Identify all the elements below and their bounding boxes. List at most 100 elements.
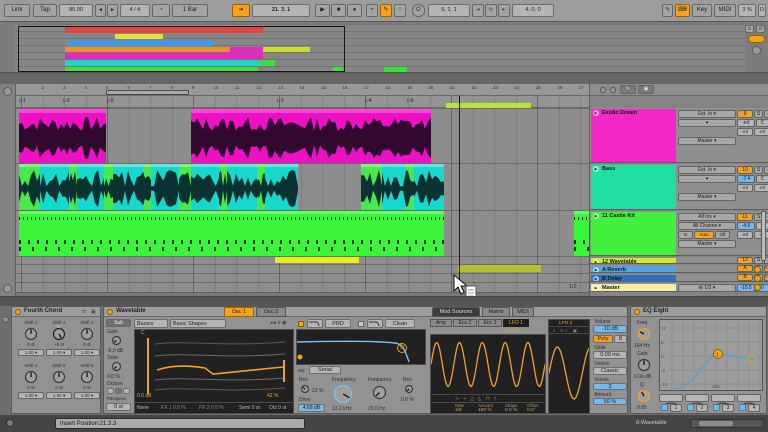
clip-title-bar[interactable]: [77, 164, 104, 167]
eq-gain-knob[interactable]: [637, 358, 651, 372]
arrangement-lanes[interactable]: 2345678910111213141516171819202122232425…: [15, 84, 590, 303]
octave-down-button[interactable]: [107, 388, 114, 394]
track-number-button[interactable]: 12: [737, 257, 753, 264]
clip-title-bar[interactable]: [104, 164, 113, 167]
track-header[interactable]: ▶11 Castle KitAll Ins ▾All Channe ▾InAut…: [590, 211, 768, 256]
midi-clip[interactable]: [574, 211, 590, 256]
track-header[interactable]: ▶12 Wavetable12S●: [590, 257, 768, 264]
follow-circle-button[interactable]: [752, 46, 761, 55]
band-filter-type-menu[interactable]: [685, 394, 709, 402]
osc-effect-mode-menu[interactable]: None: [137, 405, 149, 411]
clip-title-bar[interactable]: [179, 164, 191, 167]
wavetable-display[interactable]: C 0.0 dB 42 %: [134, 329, 294, 403]
input-routing-menu[interactable]: Ext. In ▾: [678, 166, 736, 174]
send-b-field[interactable]: -inf: [754, 128, 768, 136]
wavetable-bank-menu[interactable]: Basics: [134, 319, 168, 328]
audio-clip[interactable]: [19, 164, 40, 210]
velocity-field[interactable]: 1.00 ▾: [18, 392, 44, 399]
track-name-area[interactable]: ▶B Delay: [591, 275, 676, 281]
send-a-field[interactable]: -inf: [737, 184, 753, 192]
lfo-attack-value[interactable]: A 0.00 ms: [502, 328, 521, 333]
loop-button[interactable]: ↻: [485, 4, 497, 17]
follow-button[interactable]: ➜: [232, 4, 250, 17]
vertical-scrollbar[interactable]: [761, 211, 766, 261]
tab-lfo1[interactable]: LFO 1: [503, 319, 529, 327]
clip-title-bar[interactable]: [40, 164, 69, 167]
clip-title-bar[interactable]: [143, 164, 151, 167]
band-filter-type-menu[interactable]: [737, 394, 761, 402]
unison-amount-field[interactable]: 50 %: [593, 398, 627, 405]
clip-bar[interactable]: [275, 257, 359, 263]
filter1-circuit-menu[interactable]: PRD: [325, 319, 351, 328]
pan-field[interactable]: C: [756, 175, 768, 183]
band-number-button[interactable]: 4: [748, 404, 760, 412]
audio-clip[interactable]: [19, 109, 106, 163]
tab-osc2[interactable]: Osc 2: [256, 307, 286, 317]
device-scrollbar-thumb[interactable]: [699, 421, 733, 426]
device-scrollbar[interactable]: [690, 419, 764, 428]
nudge-down-button[interactable]: ◄: [95, 4, 106, 17]
clip-title-bar[interactable]: [574, 211, 590, 214]
tab-env2[interactable]: Env 2: [453, 319, 477, 327]
track-header[interactable]: ▶B DelayBSPost: [590, 274, 768, 282]
clip-title-bar[interactable]: [406, 164, 414, 167]
fold-arrow-icon[interactable]: ▶: [593, 110, 599, 116]
velocity-field[interactable]: 1.00 ▾: [46, 392, 72, 399]
osc-semi-value[interactable]: Semi 0 st: [239, 405, 260, 411]
monitor-off-button[interactable]: Off: [715, 231, 730, 239]
device-power-icon[interactable]: [107, 309, 113, 315]
wavetable-header[interactable]: Wavetable Osc 1 Osc 2 Mod Sources Matrix…: [104, 307, 627, 317]
capture-midi-button[interactable]: ⁘: [394, 4, 406, 17]
quantize-menu[interactable]: 1 Bar: [172, 4, 208, 17]
tab-mod-sources[interactable]: Mod Sources: [432, 307, 480, 317]
pre-post-button[interactable]: Post: [764, 265, 768, 272]
velocity-field[interactable]: 1.00 ▾: [18, 349, 44, 356]
loop-length-field[interactable]: 4. 0. 0: [512, 4, 554, 17]
mixer-toggle-icon[interactable]: ▣: [638, 85, 654, 94]
audio-clip[interactable]: [113, 164, 143, 210]
output-routing-menu[interactable]: Master ▾: [678, 193, 736, 201]
play-button[interactable]: ▶: [315, 4, 330, 17]
velocity-field[interactable]: 1.00 ▾: [74, 392, 100, 399]
track-number-button[interactable]: 9: [737, 110, 753, 118]
track-header[interactable]: ▶A ReverbASPost: [590, 265, 768, 273]
master-volume-field[interactable]: -10.5: [737, 284, 755, 292]
fold-arrow-icon[interactable]: ▶: [593, 213, 599, 219]
band-enable-checkbox[interactable]: [739, 404, 746, 411]
output-routing-menu[interactable]: Master ▾: [678, 240, 736, 248]
unison-mode-menu[interactable]: Classic: [593, 367, 627, 375]
loop-brace[interactable]: [106, 90, 189, 95]
drive-field[interactable]: 4.68 dB: [298, 404, 325, 412]
return-letter-button[interactable]: B: [737, 274, 753, 281]
filter2-res-knob[interactable]: [404, 384, 414, 394]
filter-display[interactable]: ⏻: [296, 329, 426, 365]
nudge-up-button[interactable]: ►: [107, 4, 118, 17]
band-enable-checkbox[interactable]: [661, 404, 668, 411]
track-header[interactable]: ▶Exotic DreamExt. In ▾ ▾Master ▾9S●-infC…: [590, 108, 768, 163]
clip-title-bar[interactable]: [191, 164, 219, 167]
filter2-toggle[interactable]: [358, 321, 364, 327]
device-strip-icon[interactable]: [2, 316, 9, 323]
offset-value[interactable]: 0.0°: [527, 408, 536, 413]
fold-arrow-icon[interactable]: ▶: [593, 267, 599, 272]
sub-gain-knob[interactable]: [111, 335, 122, 346]
midi-clip[interactable]: [19, 211, 444, 256]
volume-field[interactable]: -inf: [737, 119, 755, 127]
pencil-automation-icon[interactable]: ✎: [620, 85, 636, 94]
scrub-area-button[interactable]: [3, 87, 12, 96]
eq-curve-display[interactable]: 1260-6-121001: [659, 319, 763, 391]
audio-clip[interactable]: [143, 164, 151, 210]
overview-view-box[interactable]: [18, 26, 345, 72]
fourth-chord-header[interactable]: Fourth Chord ⟳ ▣: [12, 307, 100, 317]
track-number-button[interactable]: 11: [737, 213, 753, 221]
audio-clip[interactable]: [361, 164, 382, 210]
monitor-auto-button[interactable]: Auto: [694, 231, 714, 239]
punch-in-button[interactable]: ⇥: [472, 4, 484, 17]
eq-eight-header[interactable]: EQ Eight: [631, 307, 766, 317]
stop-button[interactable]: ■: [331, 4, 346, 17]
computer-midi-keyboard-button[interactable]: ⌨: [675, 4, 690, 17]
track-header[interactable]: ▶Master⊞ 1/2 ▾-10.50: [590, 283, 768, 292]
overdub-button[interactable]: +: [366, 4, 378, 17]
return-letter-button[interactable]: A: [737, 265, 753, 272]
audio-clip[interactable]: [191, 164, 219, 210]
